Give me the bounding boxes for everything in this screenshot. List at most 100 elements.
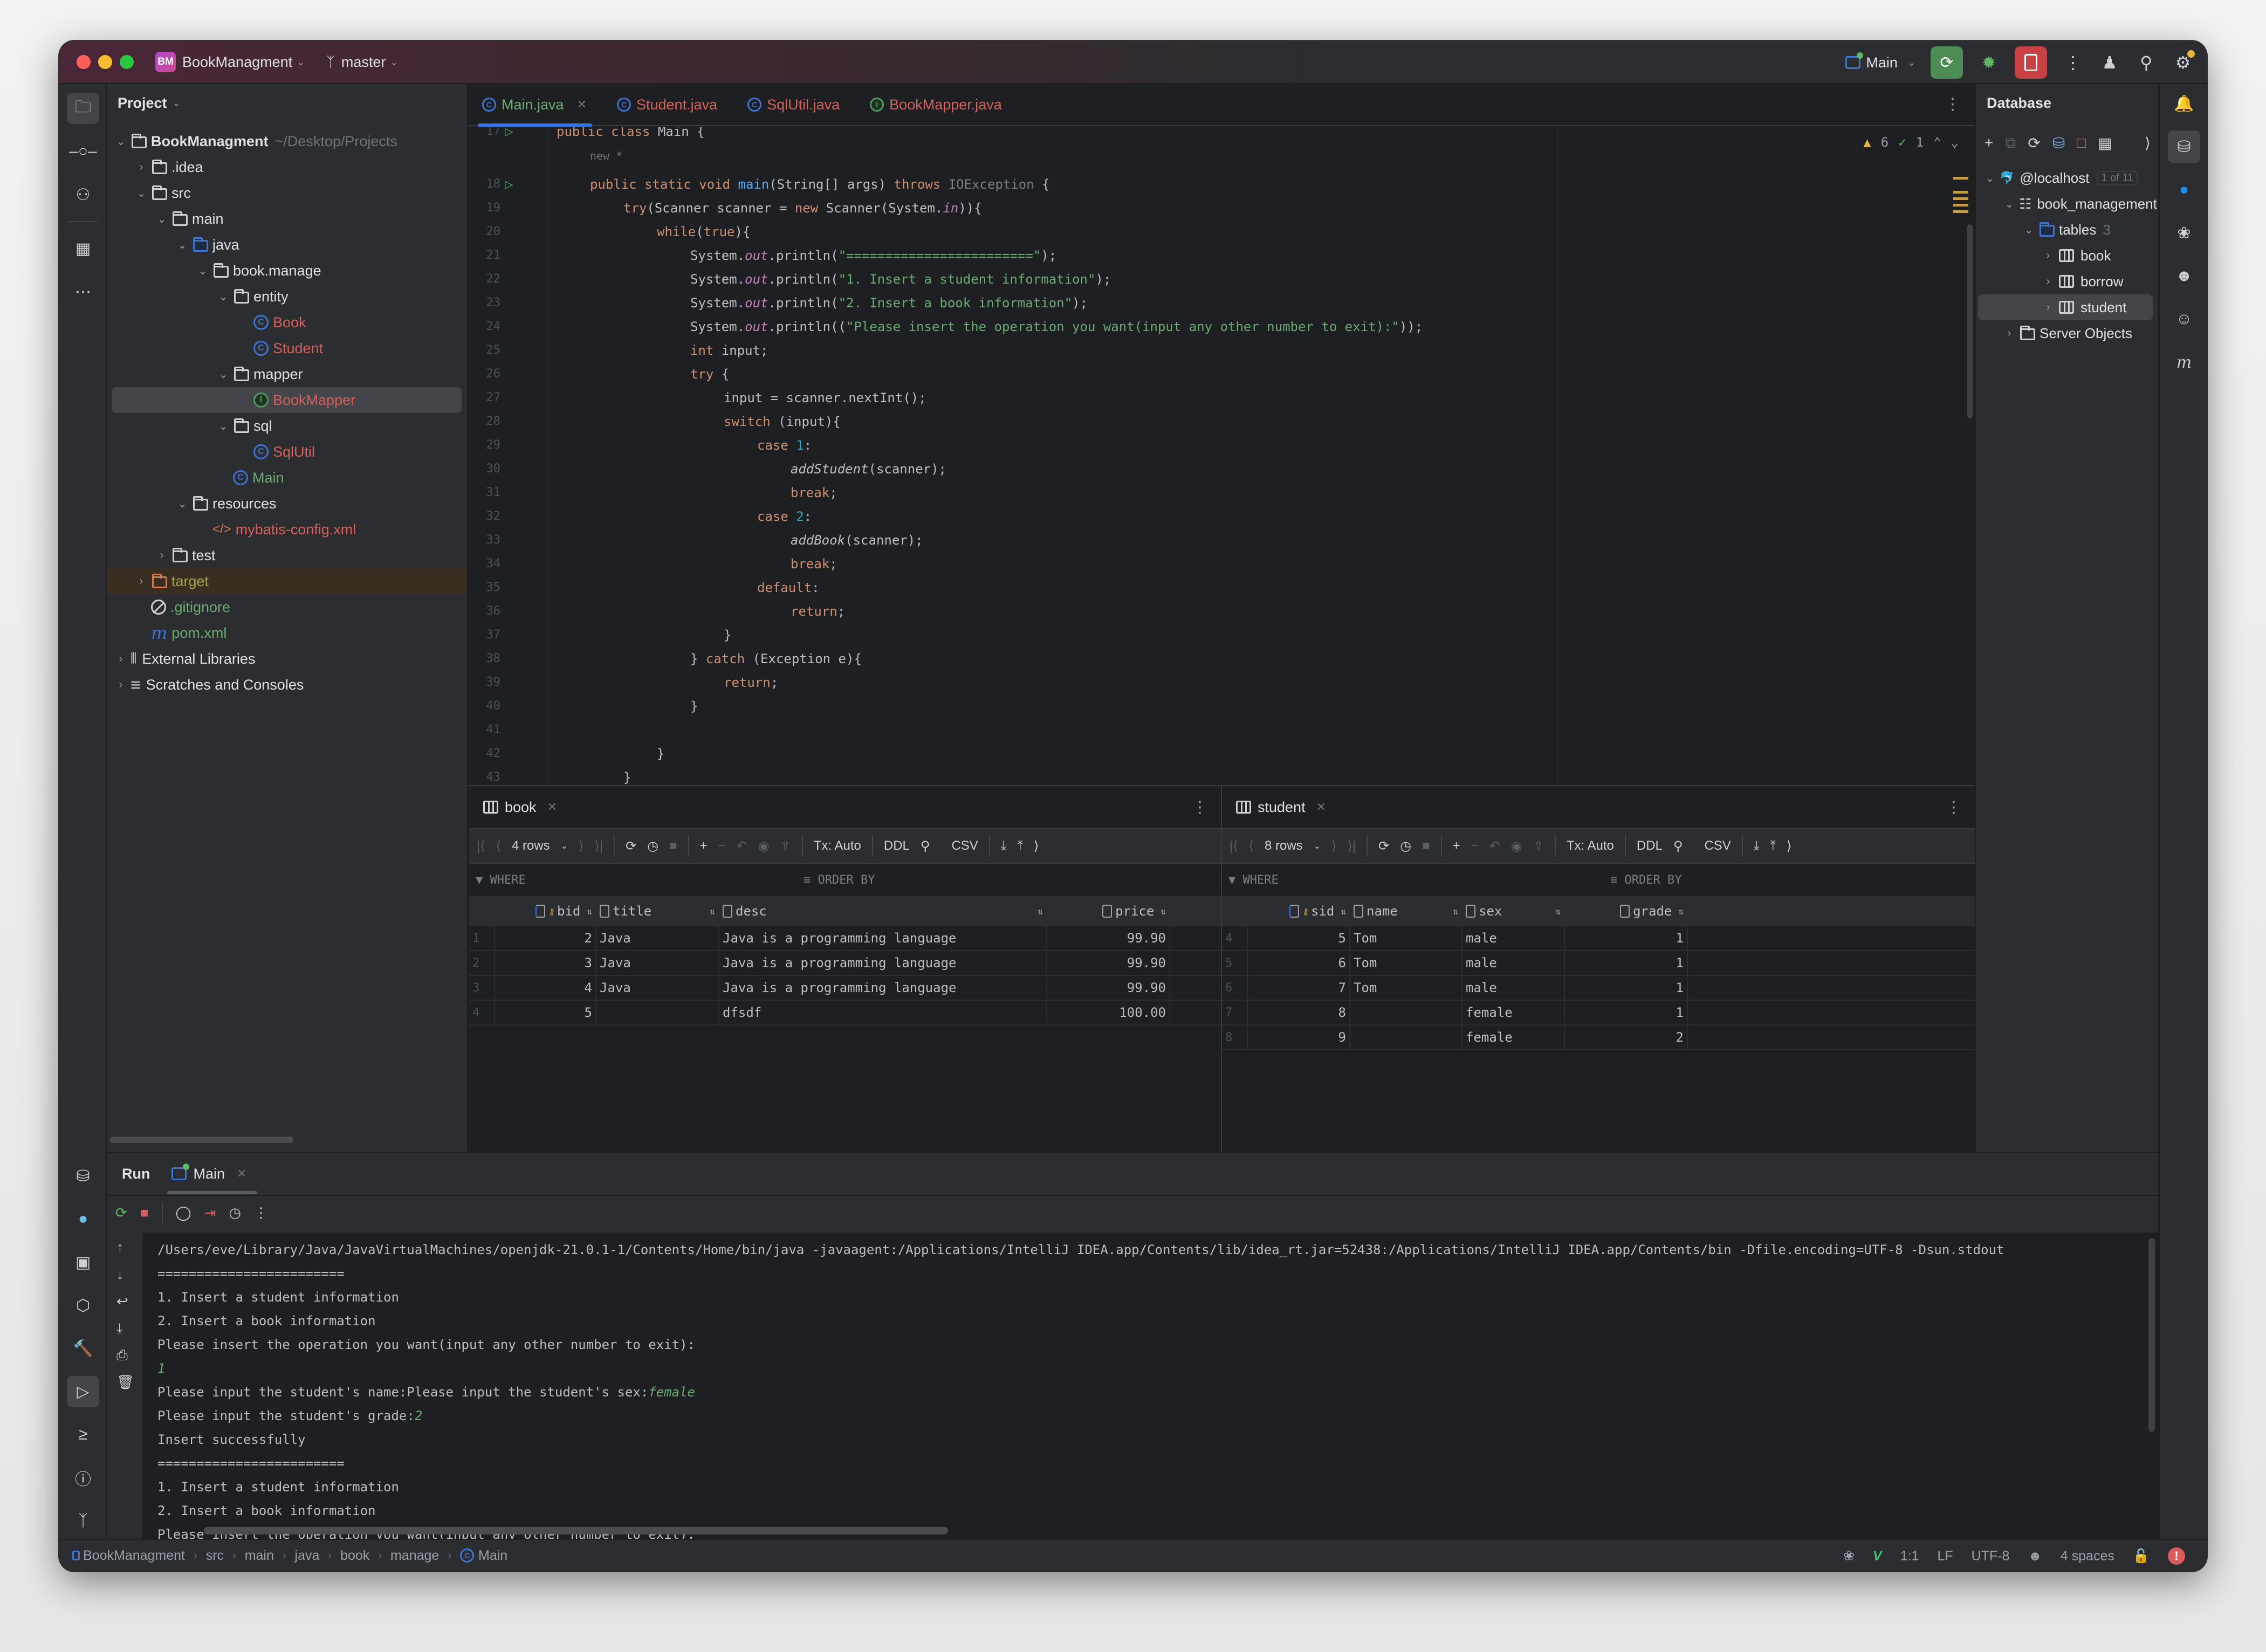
more-toolbar-chevron[interactable]: ⟩ [1787,838,1791,854]
commit-tool-button[interactable]: –○– [67,136,99,167]
branch-switcher[interactable]: master [341,54,386,71]
tree-item[interactable]: C Student [107,335,467,361]
profiler-button[interactable]: ◷ [229,1204,241,1221]
breadcrumb-item[interactable]: Main [478,1548,507,1564]
table-cell-desc[interactable]: Java is a programming language [719,926,1047,950]
tree-item[interactable]: › .idea [107,154,467,180]
table-cell-price[interactable]: 99.90 [1047,951,1170,975]
search-icon[interactable]: ⚲ [1673,838,1683,854]
breadcrumb-item[interactable]: src [206,1548,224,1564]
search-button[interactable]: ⚲ [2135,52,2157,73]
table-row[interactable]: 3 4 Java Java is a programming language 99.9… [469,976,1221,1001]
table-row[interactable]: 4 5 dfsdf 100.00 [469,1001,1221,1025]
chevron-down-icon[interactable]: ⌄ [1982,171,1997,185]
close-tab-icon[interactable]: ✕ [547,800,557,814]
export-format-selector[interactable]: CSV [1704,838,1731,853]
chevron-right-icon[interactable]: › [2041,250,2056,262]
table-cell-grade[interactable]: 1 [1565,1001,1688,1024]
rows-selector[interactable]: 8 rows [1265,838,1303,853]
error-indicator-icon[interactable]: ! [2168,1547,2185,1565]
next-page-button[interactable]: ⟩ [579,838,583,854]
first-page-button[interactable]: |⟨ [477,838,485,854]
close-window-button[interactable] [77,55,91,69]
table-row[interactable]: 8 9 female 2 [1222,1025,1975,1050]
zoom-window-button[interactable] [120,55,134,69]
tree-item[interactable]: ⌄ mapper [107,361,467,387]
table-cell-title[interactable] [596,1001,719,1024]
table-view-button[interactable]: ▦ [2098,134,2112,152]
last-page-button[interactable]: ⟩| [594,838,603,854]
breadcrumb-item[interactable]: main [245,1548,274,1564]
editor-tab[interactable]: C Main.java ✕ [478,84,592,127]
table-cell-sex[interactable]: male [1462,976,1565,1000]
sort-arrows-icon[interactable]: ⇅ [1675,906,1684,917]
sort-arrows-icon[interactable]: ⇅ [1450,906,1458,917]
column-header-bid[interactable]: ⚷ bid ⇅ [495,896,596,926]
chevron-right-icon[interactable]: › [134,161,149,174]
indent-setting[interactable]: 4 spaces [2061,1548,2114,1564]
tree-item[interactable]: C SqlUtil [107,439,467,465]
project-badge[interactable]: BM [155,52,176,72]
code-with-me-button[interactable]: ⚇ [67,179,99,210]
breadcrumb-item[interactable]: java [295,1548,320,1564]
table-cell-name[interactable] [1350,1025,1462,1049]
table-cell-sid[interactable]: 5 [1248,926,1350,950]
console-vertical-scrollbar[interactable] [2148,1238,2155,1432]
revert-button[interactable]: ↶ [1489,838,1500,854]
db-tree-item[interactable]: ⌄ tables 3 [1976,217,2158,243]
tree-item[interactable]: .gitignore [107,594,467,620]
db-tree-item[interactable]: ⌄ ☷ book_management [1976,191,2158,217]
chevron-down-icon[interactable]: ⌄ [195,264,210,278]
tree-item[interactable]: m pom.xml [107,620,467,646]
project-tool-button[interactable]: 🗀 [67,93,99,124]
previous-page-button[interactable]: ⟨ [496,838,501,854]
table-cell-sid[interactable]: 6 [1248,951,1350,975]
ddl-button[interactable]: DDL [884,838,910,853]
bookmarks-button[interactable]: ▣ [67,1247,99,1278]
column-header-sex[interactable]: sex ⇅ [1462,896,1565,926]
database-tool-button[interactable]: ⛁ [2168,130,2200,163]
table-row[interactable]: 2 3 Java Java is a programming language 99.9… [469,951,1221,976]
chevron-right-icon[interactable]: › [2041,276,2056,288]
chevron-right-icon[interactable]: › [2041,301,2056,314]
table-cell-price[interactable]: 99.90 [1047,976,1170,1000]
console[interactable]: ↑ ↓ ↩ ⤓ ⎙ 🗑 /Users/eve/Library/Java/Java… [107,1233,2158,1566]
chevron-right-icon[interactable]: › [113,653,128,665]
table-cell-name[interactable]: Tom [1350,976,1462,1000]
sort-arrows-icon[interactable]: ⇅ [706,906,715,917]
chevron-down-icon[interactable]: ⌄ [216,419,231,433]
sort-arrows-icon[interactable]: ⇅ [583,906,592,917]
tree-item[interactable]: C Book [107,309,467,335]
close-tab-icon[interactable]: ✕ [577,98,587,112]
chevron-right-icon[interactable]: › [2002,327,2017,340]
column-header-title[interactable]: title ⇅ [596,896,719,926]
first-page-button[interactable]: |⟨ [1230,838,1238,854]
console-horizontal-scrollbar[interactable] [204,1527,948,1534]
last-page-button[interactable]: ⟩| [1347,838,1356,854]
tree-item[interactable]: I BookMapper [112,387,462,413]
ddl-button[interactable]: DDL [1637,838,1663,853]
download-icon[interactable]: ⤓ [1001,838,1007,853]
editor-tab[interactable]: C SqlUtil.java [747,84,840,126]
more-actions-button[interactable]: ⋮ [2062,52,2084,73]
db-tree-item[interactable]: › book [1976,243,2158,269]
copilot-chat-button[interactable]: ☺ [2168,303,2200,335]
close-tab-icon[interactable]: ✕ [1316,800,1326,814]
file-encoding[interactable]: UTF-8 [1972,1548,2010,1564]
table-cell-sex[interactable]: male [1462,926,1565,950]
tree-item[interactable]: C Main [107,465,467,491]
tree-item[interactable]: ⌄ BookManagment ~/Desktop/Projects [107,128,467,154]
vim-status-icon[interactable]: V [1873,1548,1882,1564]
git-button[interactable]: ᛉ [67,1505,99,1537]
chevron-down-icon[interactable]: ⌄ [216,290,231,304]
table-cell-grade[interactable]: 2 [1565,1025,1688,1049]
tree-item[interactable]: </> mybatis-config.xml [107,517,467,542]
order-by-input[interactable]: ≡ ORDER BY [1610,873,1681,887]
chevron-down-icon[interactable]: ⌄ [2021,223,2036,237]
table-cell-sex[interactable]: male [1462,951,1565,975]
table-row[interactable]: 5 6 Tom male 1 [1222,951,1975,976]
table-cell-name[interactable]: Tom [1350,951,1462,975]
table-cell-sid[interactable]: 7 [1248,976,1350,1000]
more-toolbar-chevron[interactable]: ⟩ [1034,838,1039,854]
preview-pending-button[interactable]: ◉ [1511,838,1522,854]
